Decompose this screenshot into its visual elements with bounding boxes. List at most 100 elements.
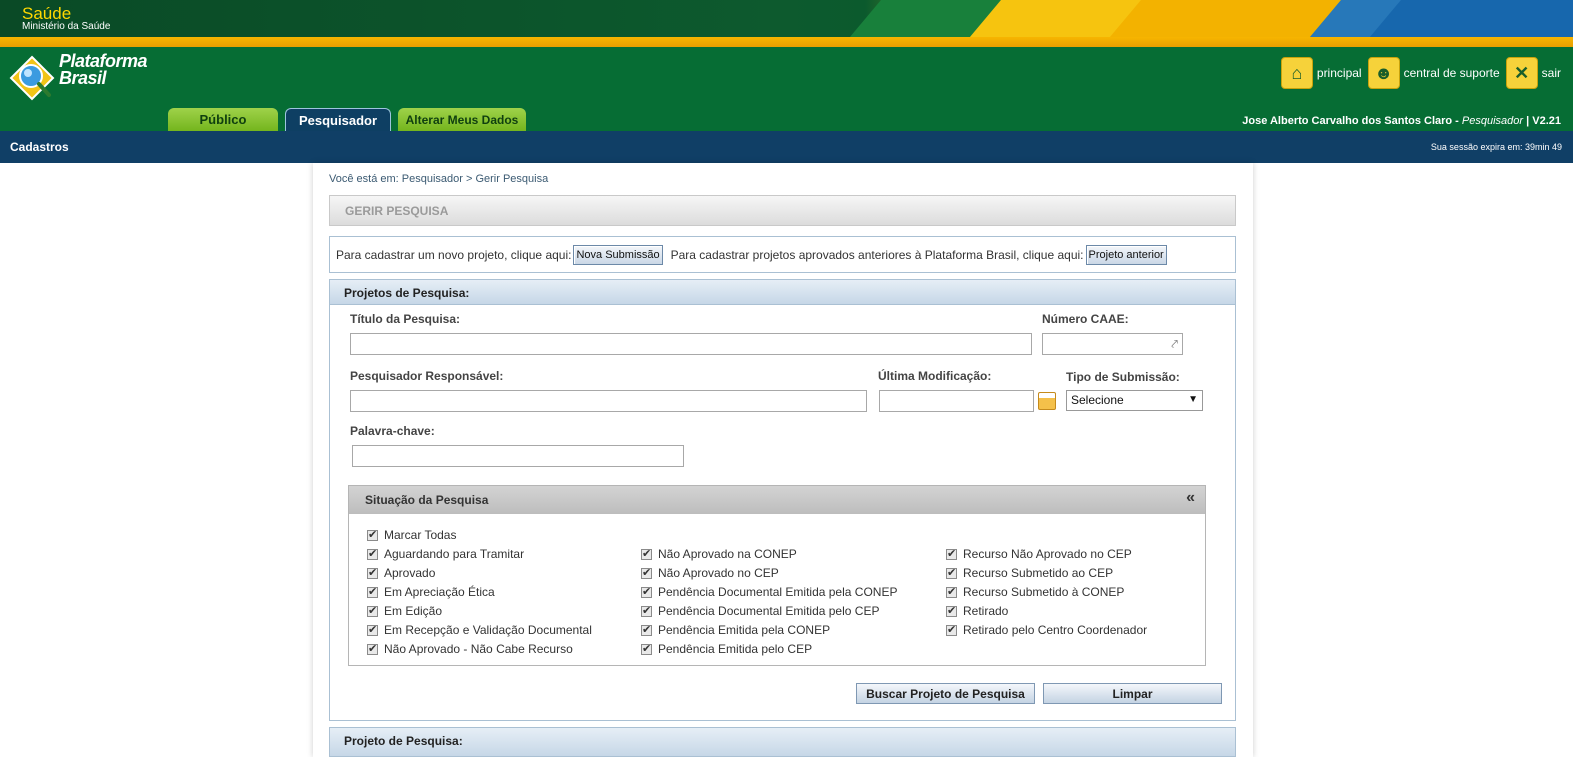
checkbox-icon[interactable] [367, 604, 378, 617]
checkbox-aprovado[interactable]: Aprovado [367, 566, 435, 580]
checkbox-label: Em Apreciação Ética [384, 585, 495, 599]
palavra-chave-input[interactable] [352, 445, 684, 467]
checkbox-icon[interactable] [367, 566, 378, 579]
projeto-anterior-button[interactable]: Projeto anterior [1085, 244, 1167, 265]
checkbox-pendencia-doc-cep[interactable]: Pendência Documental Emitida pelo CEP [641, 604, 879, 618]
checkbox-icon[interactable] [367, 585, 378, 598]
checkbox-nao-aprovado-cep[interactable]: Não Aprovado no CEP [641, 566, 779, 580]
navigation-bar: Cadastros Sua sessão expira em: 39min 49 [0, 131, 1573, 163]
checkbox-recepcao-validacao[interactable]: Em Recepção e Validação Documental [367, 623, 592, 637]
tipo-submissao-label: Tipo de Submissão: [1066, 370, 1180, 384]
checkbox-label: Aguardando para Tramitar [384, 547, 525, 561]
situacao-header[interactable]: Situação da Pesquisa « [349, 486, 1205, 514]
principal-link[interactable]: ⌂ principal [1280, 57, 1362, 89]
checkbox-retirado-centro[interactable]: Retirado pelo Centro Coordenador [946, 623, 1147, 637]
calendar-icon[interactable] [1038, 392, 1056, 410]
checkbox-label: Recurso Submetido ao CEP [963, 566, 1114, 580]
tipo-submissao-select[interactable]: Selecione ▼ [1066, 390, 1203, 411]
checkbox-nao-aprovado-conep[interactable]: Não Aprovado na CONEP [641, 547, 797, 561]
checkbox-icon[interactable] [367, 528, 378, 541]
titulo-input[interactable] [350, 333, 1032, 355]
support-label: central de suporte [1403, 66, 1500, 80]
collapse-icon[interactable]: « [1186, 489, 1195, 507]
checkbox-icon[interactable] [946, 623, 957, 636]
logout-link[interactable]: ✕ sair [1505, 57, 1561, 89]
nova-submissao-button[interactable]: Nova Submissão [573, 244, 663, 265]
principal-label: principal [1316, 66, 1362, 80]
page-title-bar: GERIR PESQUISA [329, 195, 1236, 226]
logout-label: sair [1541, 66, 1561, 80]
support-link[interactable]: ☻ central de suporte [1367, 57, 1500, 89]
checkbox-pendencia-cep[interactable]: Pendência Emitida pelo CEP [641, 642, 812, 656]
app-version: | V2.21 [1523, 115, 1561, 127]
checkbox-nao-cabe-recurso[interactable]: Não Aprovado - Não Cabe Recurso [367, 642, 573, 656]
checkbox-label: Não Aprovado no CEP [658, 566, 779, 580]
checkbox-label: Em Edição [384, 604, 443, 618]
previous-project-text: Para cadastrar projetos aprovados anteri… [670, 247, 1084, 262]
checkbox-recurso-submetido-cep[interactable]: Recurso Submetido ao CEP [946, 566, 1113, 580]
logo-text-line2: Brasil [59, 68, 107, 88]
tab-alterar-dados[interactable]: Alterar Meus Dados [398, 108, 526, 131]
checkbox-apreciacao-etica[interactable]: Em Apreciação Ética [367, 585, 495, 599]
checkbox-em-edicao[interactable]: Em Edição [367, 604, 442, 618]
support-headset-icon: ☻ [1367, 57, 1400, 89]
checkbox-icon[interactable] [641, 566, 652, 579]
checkbox-recurso-nao-aprovado-cep[interactable]: Recurso Não Aprovado no CEP [946, 547, 1132, 561]
user-info: Jose Alberto Carvalho dos Santos Claro -… [1242, 115, 1561, 127]
results-panel-title: Projeto de Pesquisa: [344, 734, 463, 748]
checkbox-icon[interactable] [641, 642, 652, 655]
situacao-box: Situação da Pesquisa « Marcar Todas Agua… [348, 485, 1206, 666]
buscar-projeto-button[interactable]: Buscar Projeto de Pesquisa [856, 683, 1035, 704]
government-bar: Saúde Ministério da Saúde [0, 0, 1573, 37]
caae-input[interactable]: ⤤ [1042, 333, 1183, 355]
checkbox-icon[interactable] [946, 585, 957, 598]
checkbox-icon[interactable] [946, 604, 957, 617]
tab-pesquisador[interactable]: Pesquisador [285, 108, 391, 131]
page-title: GERIR PESQUISA [345, 204, 449, 218]
checkbox-retirado[interactable]: Retirado [946, 604, 1008, 618]
checkbox-label: Aprovado [384, 566, 436, 580]
top-links: ⌂ principal ☻ central de suporte ✕ sair [1275, 57, 1561, 89]
gov-subtitle: Ministério da Saúde [22, 21, 111, 32]
tipo-submissao-value: Selecione [1071, 393, 1124, 407]
user-name: Jose Alberto Carvalho dos Santos Claro - [1242, 115, 1462, 127]
checkbox-icon[interactable] [367, 642, 378, 655]
checkbox-icon[interactable] [641, 623, 652, 636]
results-panel-header: Projeto de Pesquisa: [329, 727, 1236, 757]
checkbox-aguardando[interactable]: Aguardando para Tramitar [367, 547, 524, 561]
limpar-button[interactable]: Limpar [1043, 683, 1222, 704]
modificacao-date-input[interactable] [879, 390, 1034, 412]
session-timer: Sua sessão expira em: 39min 49 [1430, 142, 1562, 152]
checkbox-icon[interactable] [367, 547, 378, 560]
tab-publico[interactable]: Público [168, 108, 278, 131]
checkbox-icon[interactable] [641, 604, 652, 617]
checkbox-pendencia-doc-conep[interactable]: Pendência Documental Emitida pela CONEP [641, 585, 897, 599]
checkbox-label: Não Aprovado na CONEP [658, 547, 797, 561]
responsavel-input[interactable] [350, 390, 867, 412]
checkbox-label: Pendência Emitida pelo CEP [658, 642, 813, 656]
menu-cadastros[interactable]: Cadastros [10, 140, 69, 154]
plataforma-brasil-logo[interactable]: Plataforma Brasil [9, 52, 169, 101]
checkbox-pendencia-conep[interactable]: Pendência Emitida pela CONEP [641, 623, 830, 637]
checkbox-marcar-todas[interactable]: Marcar Todas [367, 528, 456, 542]
checkbox-label: Retirado pelo Centro Coordenador [963, 623, 1148, 637]
search-panel-header: Projetos de Pesquisa: [329, 279, 1236, 305]
checkbox-icon[interactable] [641, 547, 652, 560]
checkbox-icon[interactable] [367, 623, 378, 636]
new-project-text: Para cadastrar um novo projeto, clique a… [336, 247, 572, 262]
titulo-label: Título da Pesquisa: [350, 312, 461, 326]
checkbox-label: Recurso Não Aprovado no CEP [963, 547, 1132, 561]
situacao-title: Situação da Pesquisa [365, 493, 489, 507]
globe-magnifier-icon [9, 55, 55, 101]
checkbox-icon[interactable] [641, 585, 652, 598]
checkbox-icon[interactable] [946, 566, 957, 579]
checkbox-recurso-submetido-conep[interactable]: Recurso Submetido à CONEP [946, 585, 1124, 599]
responsavel-label: Pesquisador Responsável: [350, 369, 504, 383]
search-panel-title: Projetos de Pesquisa: [344, 286, 470, 300]
checkbox-label: Pendência Emitida pela CONEP [658, 623, 831, 637]
checkbox-label: Marcar Todas [384, 528, 457, 542]
main-tabs: Público Pesquisador Alterar Meus Dados [168, 108, 533, 131]
checkbox-icon[interactable] [946, 547, 957, 560]
main-content: Você está em: Pesquisador > Gerir Pesqui… [313, 163, 1253, 757]
header-divider [0, 37, 1573, 47]
